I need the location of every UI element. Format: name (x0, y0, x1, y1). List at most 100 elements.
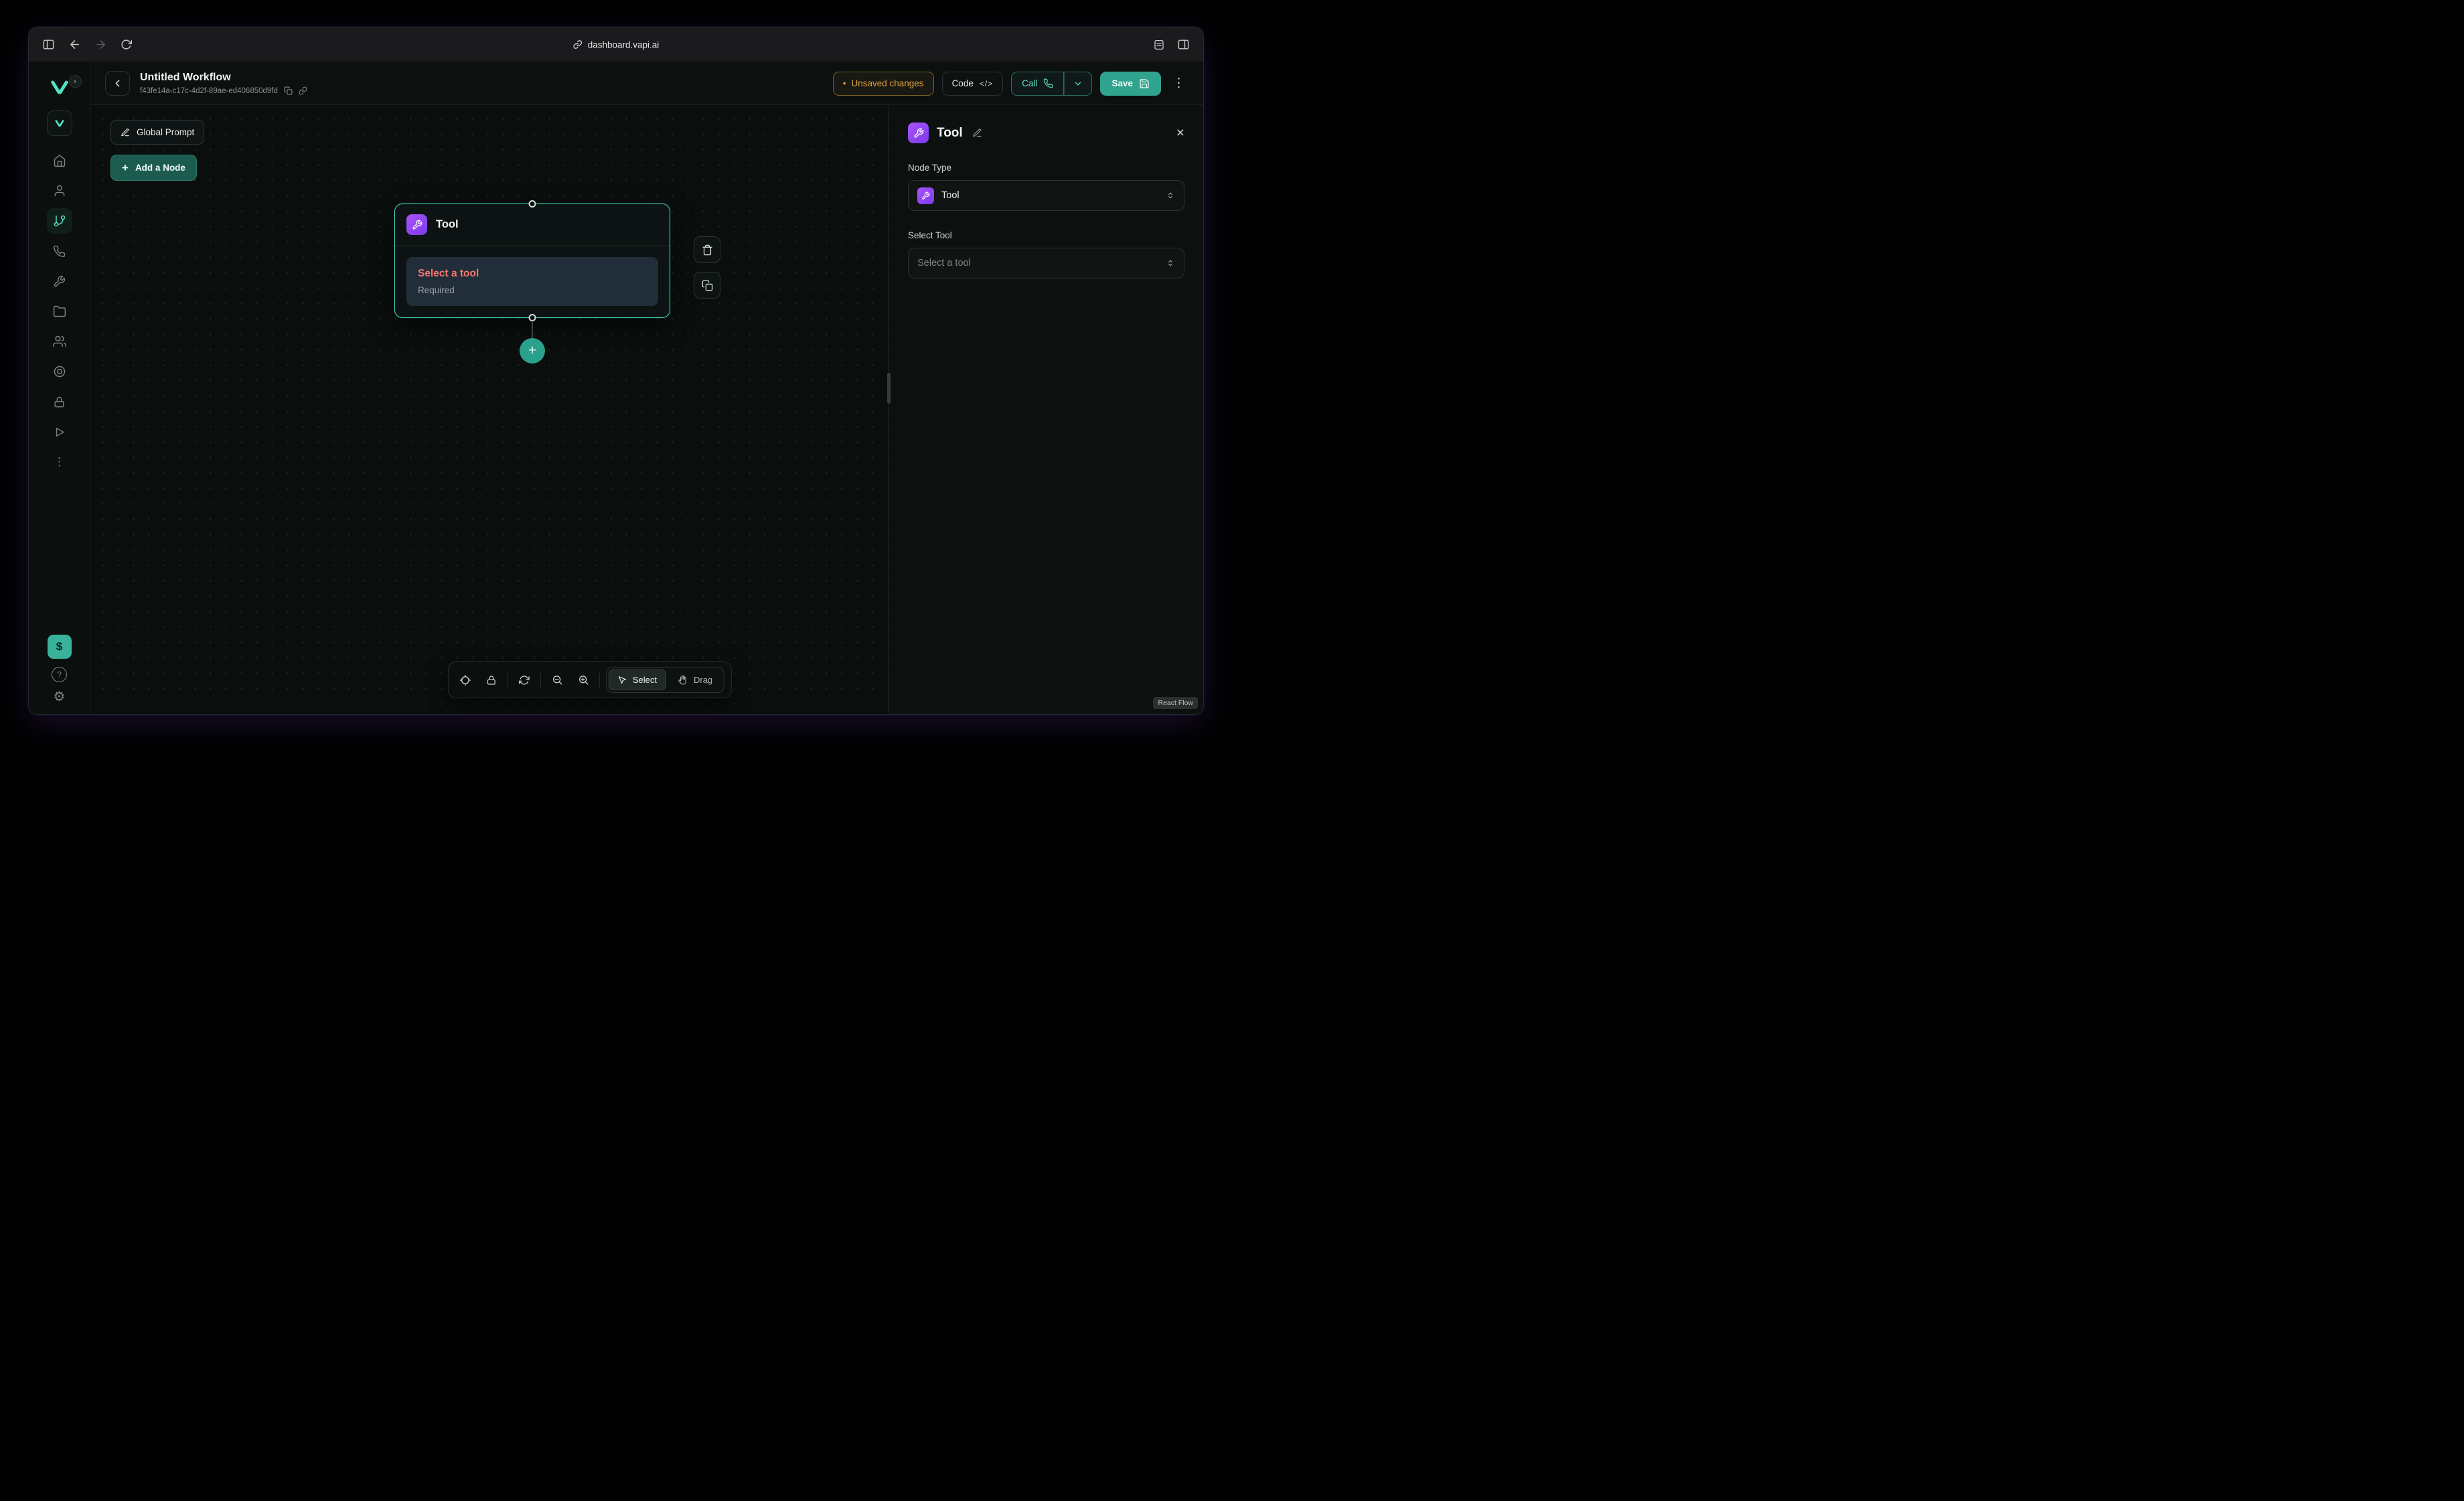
save-button[interactable]: Save (1100, 72, 1161, 96)
sidebar-nav: ⋮ (47, 148, 72, 475)
close-panel-button[interactable]: × (1176, 126, 1184, 140)
trash-icon (702, 244, 713, 256)
browser-split-view-icon[interactable] (1177, 38, 1190, 51)
node-header: Tool (395, 204, 670, 246)
unsaved-changes-badge: • Unsaved changes (833, 72, 934, 96)
save-icon (1139, 78, 1150, 89)
zoom-in-button[interactable] (573, 670, 593, 690)
select-tool-placeholder: Select a tool (917, 258, 971, 268)
pencil-icon (972, 128, 982, 138)
drag-mode-button[interactable]: Drag (669, 669, 722, 690)
browser-sidebar-toggle-icon[interactable] (42, 38, 55, 51)
badge-dot-icon: • (843, 78, 846, 88)
sidebar-bottom: $ ? ⚙ (48, 635, 72, 704)
workflow-content: Global Prompt + Add a Node Tool (90, 105, 1203, 714)
user-icon (53, 184, 66, 198)
node-type-select[interactable]: Tool (908, 180, 1184, 211)
tool-panel-icon (908, 123, 929, 143)
browser-address-bar[interactable]: dashboard.vapi.ai (573, 40, 660, 50)
lock-icon (53, 396, 66, 408)
workflow-canvas[interactable]: Global Prompt + Add a Node Tool (90, 105, 889, 714)
browser-forward-icon[interactable] (94, 38, 107, 51)
sidebar-item-workflows[interactable] (47, 208, 72, 234)
more-menu-button[interactable]: ⋮ (1169, 77, 1188, 90)
vapi-logo-icon (49, 78, 70, 96)
zoom-out-icon (551, 674, 562, 686)
node-input-handle[interactable] (529, 200, 536, 208)
copy-id-icon[interactable] (284, 86, 293, 95)
rename-node-button[interactable] (972, 128, 982, 138)
back-button[interactable] (105, 71, 130, 96)
chevron-down-icon (1073, 79, 1083, 88)
browser-reader-icon[interactable] (1153, 39, 1165, 51)
sidebar-expand-button[interactable]: › (69, 75, 82, 88)
fit-view-button[interactable] (455, 670, 475, 690)
copy-icon (702, 280, 713, 291)
home-icon (53, 154, 66, 167)
call-options-button[interactable] (1064, 72, 1092, 96)
refresh-layout-button[interactable] (514, 670, 534, 690)
node-type-value: Tool (941, 190, 959, 201)
sidebar-item-tools[interactable] (47, 268, 72, 294)
workflow-link-icon[interactable] (299, 86, 307, 95)
sidebar-item-files[interactable] (47, 299, 72, 324)
call-button[interactable]: Call (1011, 72, 1064, 96)
sidebar-item-phone-numbers[interactable] (47, 238, 72, 264)
org-switcher-button[interactable] (47, 110, 72, 136)
phone-icon (53, 245, 66, 258)
crosshair-icon (459, 674, 471, 686)
node-edge: + (520, 321, 545, 364)
panel-title: Tool (937, 126, 963, 141)
toolbar-divider (540, 673, 541, 688)
sidebar-item-playground[interactable] (47, 419, 72, 445)
edge-line (532, 321, 533, 338)
browser-window: dashboard.vapi.ai › (28, 27, 1204, 715)
lock-canvas-button[interactable] (481, 670, 502, 690)
help-button[interactable]: ? (52, 667, 67, 682)
mode-toggle-group: Select Drag (606, 667, 724, 693)
select-tool-label: Select Tool (908, 230, 1184, 240)
zoom-out-button[interactable] (547, 670, 567, 690)
sidebar-item-more[interactable]: ⋮ (47, 449, 72, 475)
billing-button[interactable]: $ (48, 635, 72, 659)
delete-node-button[interactable] (694, 236, 720, 263)
header-actions: • Unsaved changes Code </> Call (833, 72, 1188, 96)
select-tool-select[interactable]: Select a tool (908, 248, 1184, 279)
sidebar-item-squads[interactable] (47, 329, 72, 354)
panel-resize-handle[interactable] (887, 373, 891, 404)
settings-button[interactable]: ⚙ (54, 690, 66, 704)
browser-reload-icon[interactable] (121, 39, 132, 50)
sidebar-item-assistants[interactable] (47, 178, 72, 204)
add-connected-node-button[interactable]: + (520, 338, 545, 364)
chevrons-up-down-icon (1166, 258, 1175, 268)
workflow-icon (53, 214, 66, 228)
vapi-logo: › (44, 73, 76, 101)
phone-icon (1043, 78, 1053, 88)
sidebar-item-security[interactable] (47, 389, 72, 414)
chevron-left-icon (112, 78, 123, 89)
app-sidebar: › (29, 62, 90, 714)
tool-node[interactable]: Tool Select a tool Required + (394, 204, 670, 318)
alert-subtitle: Required (418, 285, 647, 295)
browser-back-icon[interactable] (68, 38, 81, 51)
chevrons-up-down-icon (1166, 191, 1175, 200)
code-button[interactable]: Code </> (942, 72, 1004, 96)
workflow-header: Untitled Workflow f43fe14a-c17c-4d2f-89a… (90, 62, 1203, 105)
help-icon: ? (57, 670, 62, 680)
org-vapi-icon (54, 118, 65, 128)
global-prompt-button[interactable]: Global Prompt (110, 120, 204, 145)
workflow-id: f43fe14a-c17c-4d2f-89ae-ed406850d9fd (140, 87, 278, 95)
node-type-label: Node Type (908, 163, 1184, 173)
kebab-icon: ⋮ (1172, 76, 1185, 90)
duplicate-node-button[interactable] (694, 272, 720, 299)
node-validation-alert[interactable]: Select a tool Required (406, 257, 658, 306)
sidebar-item-home[interactable] (47, 148, 72, 173)
folder-icon (53, 305, 66, 318)
hand-icon (678, 675, 688, 685)
sidebar-item-support[interactable] (47, 359, 72, 384)
add-node-button[interactable]: + Add a Node (110, 155, 197, 181)
play-icon (53, 426, 66, 439)
alert-title: Select a tool (418, 268, 647, 280)
select-mode-button[interactable]: Select (609, 669, 666, 690)
main-area: Untitled Workflow f43fe14a-c17c-4d2f-89a… (90, 62, 1203, 714)
